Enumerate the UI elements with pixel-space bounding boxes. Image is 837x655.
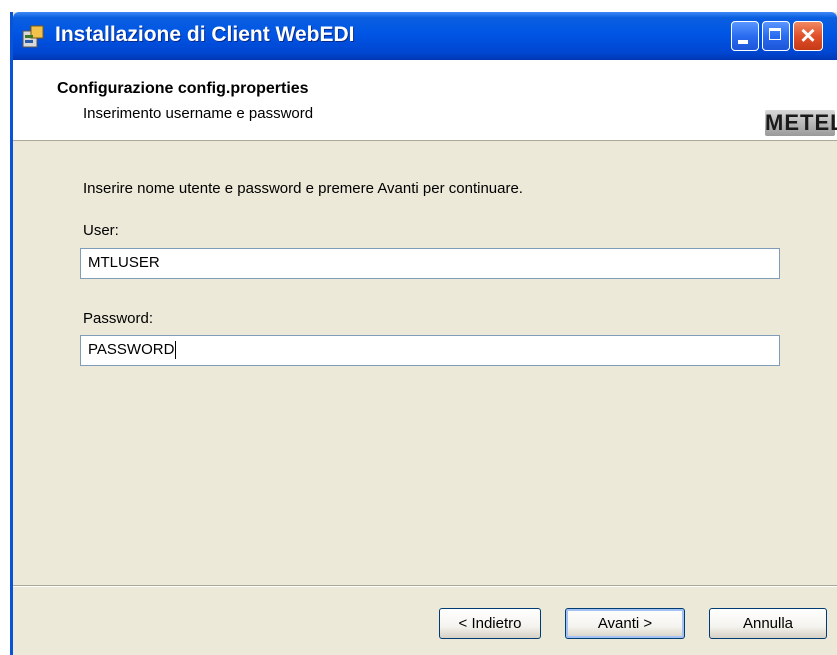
cancel-button[interactable]: Annulla: [709, 608, 827, 639]
button-separator: [13, 585, 837, 587]
installer-icon: [22, 25, 44, 48]
password-input-value: PASSWORD: [88, 341, 175, 358]
password-label: Password:: [83, 310, 154, 327]
header-subtitle: Inserimento username e password: [83, 105, 314, 122]
header-title: Configurazione config.properties: [57, 80, 309, 97]
wizard-header: Configurazione config.properties Inserim…: [13, 60, 837, 141]
text-caret: [175, 341, 177, 360]
user-label: User:: [83, 222, 119, 239]
window-title: Installazione di Client WebEDI: [55, 23, 355, 46]
close-icon: ×: [800, 20, 816, 50]
user-input-value: MTLUSER: [88, 254, 160, 271]
metel-logo: METEL: [765, 110, 837, 136]
close-button[interactable]: ×: [793, 20, 823, 51]
next-button[interactable]: Avanti >: [565, 608, 685, 639]
user-input[interactable]: MTLUSER: [80, 248, 780, 279]
maximize-button[interactable]: [762, 21, 790, 51]
instructions-text: Inserire nome utente e password e premer…: [83, 180, 523, 197]
title-bar[interactable]: Installazione di Client WebEDI ×: [13, 12, 837, 60]
installer-window: Installazione di Client WebEDI × Configu…: [10, 12, 837, 655]
back-button[interactable]: < Indietro: [439, 608, 541, 639]
password-input[interactable]: PASSWORD: [80, 335, 780, 366]
minimize-button[interactable]: [731, 21, 759, 51]
